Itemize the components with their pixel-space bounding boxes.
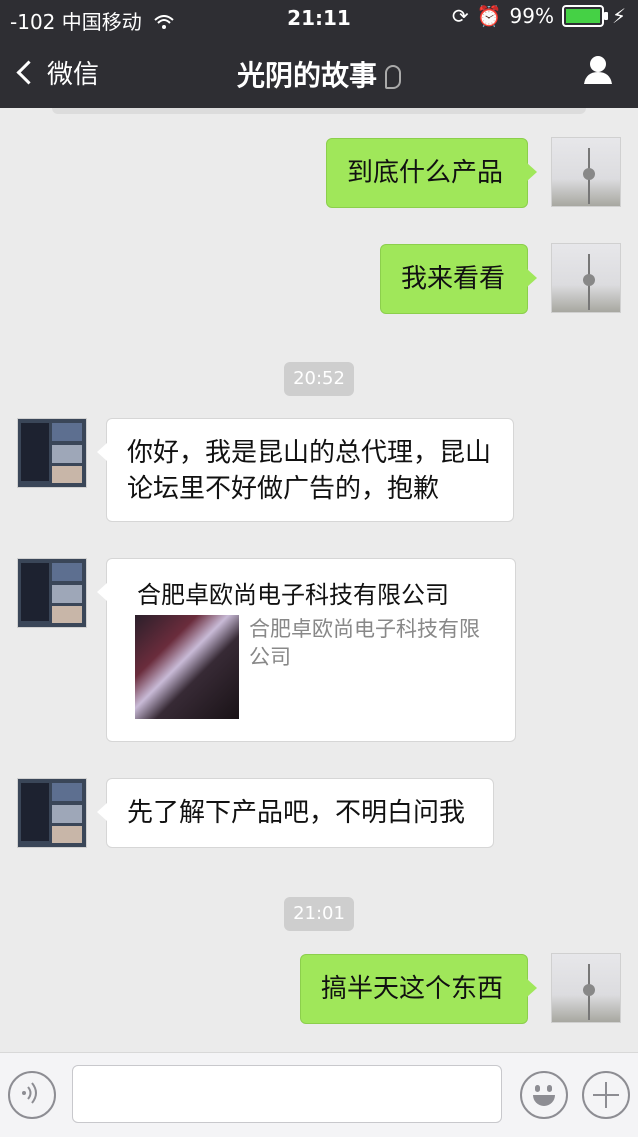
message-text: 到底什么产品 (347, 158, 504, 188)
message-bubble-self[interactable]: 到底什么产品 (326, 138, 537, 208)
chat-area[interactable]: 到底什么产品 我来看看 20:52 你好，我是昆山的总代理，昆山论坛里不好做广告… (0, 108, 638, 1052)
ear-icon (385, 65, 401, 89)
avatar-contact[interactable] (17, 418, 87, 488)
rotation-lock-icon: ⟳ (451, 4, 469, 28)
more-button[interactable] (582, 1071, 630, 1119)
voice-button[interactable] (8, 1071, 56, 1119)
link-card-description: 合肥卓欧尚电子科技有限公司 (249, 617, 480, 669)
previous-message-edge (52, 108, 586, 114)
avatar-self[interactable] (551, 243, 621, 313)
message-bubble-other[interactable]: 先了解下产品吧，不明白问我 (97, 778, 494, 848)
charging-icon: ⚡ (611, 4, 626, 28)
alarm-icon: ⏰ (476, 4, 502, 28)
status-right: ⟳ ⏰ 99% ⚡ (452, 4, 626, 28)
battery-fill (565, 9, 600, 23)
battery-icon (561, 5, 608, 27)
timestamp: 21:01 (284, 897, 354, 931)
message-bubble-other[interactable]: 你好，我是昆山的总代理，昆山论坛里不好做广告的，抱歉 (97, 418, 514, 522)
battery-percent: 99% (509, 4, 554, 28)
link-card-title: 合肥卓欧尚电子科技有限公司 (137, 581, 449, 609)
message-bubble-self[interactable]: 我来看看 (380, 244, 537, 314)
nav-bar: 微信 光阴的故事 (0, 36, 638, 108)
message-input[interactable] (72, 1065, 502, 1123)
top-bar: -102 中国移动 21:11 ⟳ ⏰ 99% ⚡ 微信 光阴的故事 (0, 0, 638, 108)
status-bar: -102 中国移动 21:11 ⟳ ⏰ 99% ⚡ (0, 0, 638, 36)
message-text: 你好，我是昆山的总代理，昆山论坛里不好做广告的，抱歉 (127, 438, 492, 504)
message-text: 搞半天这个东西 (321, 974, 504, 1004)
chat-title-wrap: 光阴的故事 (0, 54, 638, 94)
timestamp: 20:52 (284, 362, 354, 396)
avatar-self[interactable] (551, 953, 621, 1023)
message-text: 先了解下产品吧，不明白问我 (127, 798, 466, 828)
avatar-contact[interactable] (17, 778, 87, 848)
emoji-button[interactable] (520, 1071, 568, 1119)
emoji-icon (535, 1085, 540, 1092)
input-toolbar (0, 1052, 638, 1137)
voice-icon (22, 1082, 37, 1104)
avatar-self[interactable] (551, 137, 621, 207)
avatar-contact[interactable] (17, 558, 87, 628)
link-card[interactable]: 合肥卓欧尚电子科技有限公司 合肥卓欧尚电子科技有限公司 (97, 558, 516, 742)
message-text: 我来看看 (401, 264, 506, 294)
chat-title: 光阴的故事 (236, 59, 377, 92)
link-card-thumbnail (135, 615, 239, 719)
user-icon[interactable] (582, 54, 614, 86)
message-bubble-self[interactable]: 搞半天这个东西 (300, 954, 537, 1024)
